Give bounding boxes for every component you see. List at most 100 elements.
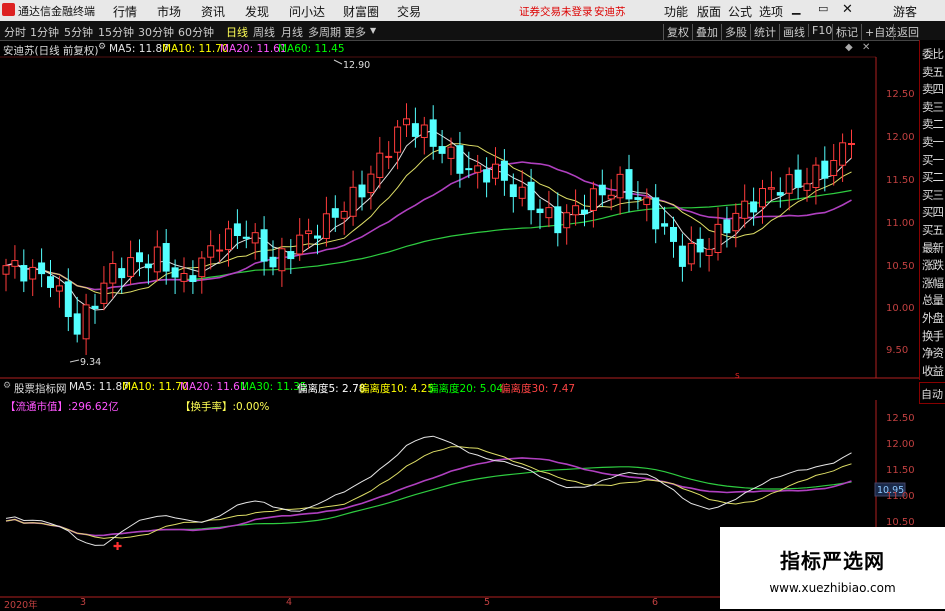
guest-label[interactable]: 游客 (893, 3, 917, 20)
restore-icon[interactable]: ▭ (818, 2, 828, 15)
candle-body (750, 201, 758, 213)
period-daily[interactable]: 日线 (226, 24, 248, 40)
menu-item-functions[interactable]: 功能 (664, 3, 688, 20)
price-tick: 12.00 (886, 132, 915, 143)
candle-body (216, 249, 224, 252)
minimize-icon[interactable]: ▁ (792, 2, 800, 15)
candle-body (118, 268, 126, 279)
candle-body (100, 282, 108, 304)
ind-tick: 11.50 (886, 465, 915, 476)
period-timeshare[interactable]: 分时 (4, 24, 26, 40)
menu-item-market[interactable]: 市场 (157, 3, 181, 20)
candle-body (830, 160, 838, 176)
candle-body (242, 236, 250, 239)
period-1min[interactable]: 1分钟 (30, 24, 59, 40)
candle-body (314, 235, 321, 239)
auto-button[interactable]: 自动 (919, 382, 945, 404)
candle-body (73, 313, 81, 335)
quote-field-label: 买四 (922, 205, 944, 220)
menu-item-options[interactable]: 选项 (759, 3, 783, 20)
menu-item-discover[interactable]: 发现 (245, 3, 269, 20)
menu-item-trade[interactable]: 交易 (397, 3, 421, 20)
candle-body (127, 257, 135, 277)
period-weekly[interactable]: 周线 (253, 24, 275, 40)
quote-field-label: 总量 (922, 293, 944, 308)
menu-item-wealth[interactable]: 财富圈 (343, 3, 379, 20)
cross-marker: ✚ (113, 540, 122, 553)
price-tick: 11.50 (886, 175, 915, 186)
candle-body (278, 248, 286, 272)
candle-body (136, 252, 143, 263)
quote-field-label: 委比 (922, 47, 944, 61)
candle-body (189, 275, 197, 283)
candle-body (785, 174, 793, 194)
candle-body (153, 246, 161, 273)
candle-body (456, 145, 464, 174)
candle-body (162, 243, 170, 272)
login-notice[interactable]: 证券交易未登录 (519, 4, 593, 19)
period-15min[interactable]: 15分钟 (98, 24, 134, 40)
candle-body (47, 276, 54, 288)
period-monthly[interactable]: 月线 (281, 24, 303, 40)
ind-tick: 12.00 (886, 439, 915, 450)
draw-line-button[interactable]: 画线 (779, 24, 805, 40)
low-label: 9.34 (80, 357, 101, 368)
candle-body (714, 223, 722, 253)
period-multi[interactable]: 多周期 (308, 24, 341, 40)
candle-body (38, 262, 46, 275)
watermark-title: 指标严选网 (780, 549, 885, 573)
candle-body (207, 245, 215, 258)
candle-body (723, 219, 731, 234)
candle-body (803, 183, 811, 191)
period-30min[interactable]: 30分钟 (138, 24, 174, 40)
candle-body (225, 228, 232, 251)
candle-body (848, 143, 855, 146)
candle-body (331, 208, 339, 218)
price-tick: 10.50 (886, 261, 915, 272)
mark-button[interactable]: 标记 (832, 24, 858, 40)
quote-field-label: 卖二 (922, 117, 944, 132)
menu-item-quotes[interactable]: 行情 (113, 3, 137, 20)
signal-marker: s (735, 371, 740, 381)
ind-ma20-line (5, 457, 852, 537)
candlesticks (2, 103, 855, 355)
close-icon[interactable]: ✕ (842, 2, 853, 17)
statistics-button[interactable]: 统计 (750, 24, 776, 40)
candle-body (776, 192, 784, 196)
quote-field-label: 卖五 (922, 64, 944, 79)
candle-body (678, 245, 686, 267)
high-marker (333, 59, 343, 65)
f10-button[interactable]: F10 (808, 24, 832, 37)
candle-body (2, 265, 10, 275)
chart-canvas[interactable]: 12.90 9.34 s ✚ 10.95 (0, 40, 919, 609)
candle-body (55, 285, 63, 292)
candle-body (198, 257, 206, 278)
add-watchlist-button[interactable]: +自选 (861, 24, 896, 40)
date-tick: 4 (286, 597, 293, 608)
period-60min[interactable]: 60分钟 (178, 24, 214, 40)
candle-body (625, 169, 633, 200)
candle-body (429, 119, 437, 147)
quote-field-label: 卖四 (922, 82, 944, 97)
period-more[interactable]: 更多 (344, 24, 366, 40)
candle-body (287, 251, 295, 260)
more-dropdown-icon[interactable]: ▼ (370, 26, 376, 35)
menu-item-formula[interactable]: 公式 (728, 3, 752, 20)
candle-body (670, 226, 677, 242)
candle-body (652, 197, 660, 230)
app-title: 通达信金融终端 (18, 5, 95, 18)
menu-item-news[interactable]: 资讯 (201, 3, 225, 20)
period-5min[interactable]: 5分钟 (64, 24, 93, 40)
ind-tick: 11.00 (886, 491, 915, 502)
candle-body (394, 126, 402, 153)
adjust-button[interactable]: 复权 (663, 24, 689, 40)
back-button[interactable]: 返回 (893, 24, 919, 40)
menu-item-layout[interactable]: 版面 (697, 3, 721, 20)
multi-stock-button[interactable]: 多股 (721, 24, 747, 40)
candle-body (349, 186, 357, 217)
candle-body (509, 184, 517, 198)
candle-body (661, 223, 669, 227)
menu-item-assistant[interactable]: 问小达 (289, 3, 325, 20)
watermark-url: www.xuezhibiao.com (769, 581, 896, 595)
overlay-button[interactable]: 叠加 (692, 24, 718, 40)
